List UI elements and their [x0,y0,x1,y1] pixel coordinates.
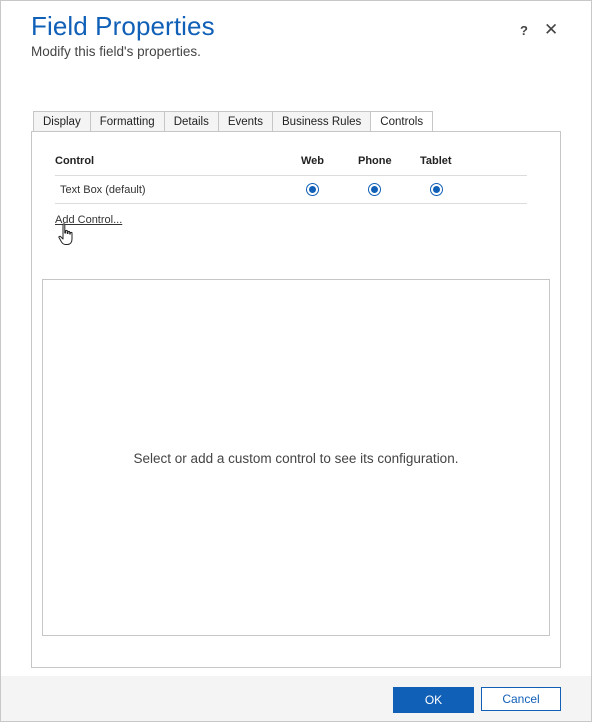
web-radio-button[interactable] [306,183,319,196]
cancel-button[interactable]: Cancel [481,687,561,711]
tab-display[interactable]: Display [33,111,90,133]
column-header-web: Web [301,155,325,167]
ok-button[interactable]: OK [393,687,474,713]
dialog-subtitle: Modify this field's properties. [31,44,201,59]
help-button[interactable]: ? [520,23,528,38]
phone-radio-button[interactable] [368,183,381,196]
tablet-radio-button[interactable] [430,183,443,196]
field-properties-dialog: Field Properties Modify this field's pro… [0,0,592,722]
tab-details[interactable]: Details [163,111,218,133]
column-header-control: Control [55,155,95,167]
configuration-placeholder-text: Select or add a custom control to see it… [133,451,459,466]
column-header-phone: Phone [358,155,392,167]
tab-business-rules[interactable]: Business Rules [272,111,371,133]
table-row-control-name: Text Box (default) [60,184,146,196]
table-divider [55,203,527,204]
hand-pointer-icon [58,223,73,245]
tab-controls[interactable]: Controls [370,111,434,133]
dialog-title: Field Properties [31,11,215,41]
control-configuration-area: Select or add a custom control to see it… [42,279,550,636]
tab-bar: Display Formatting Details Events Busine… [33,111,434,133]
tab-formatting[interactable]: Formatting [89,111,164,133]
table-divider [55,175,527,176]
close-button[interactable]: ✕ [544,20,558,40]
column-header-tablet: Tablet [420,155,452,167]
tab-events[interactable]: Events [217,111,273,133]
